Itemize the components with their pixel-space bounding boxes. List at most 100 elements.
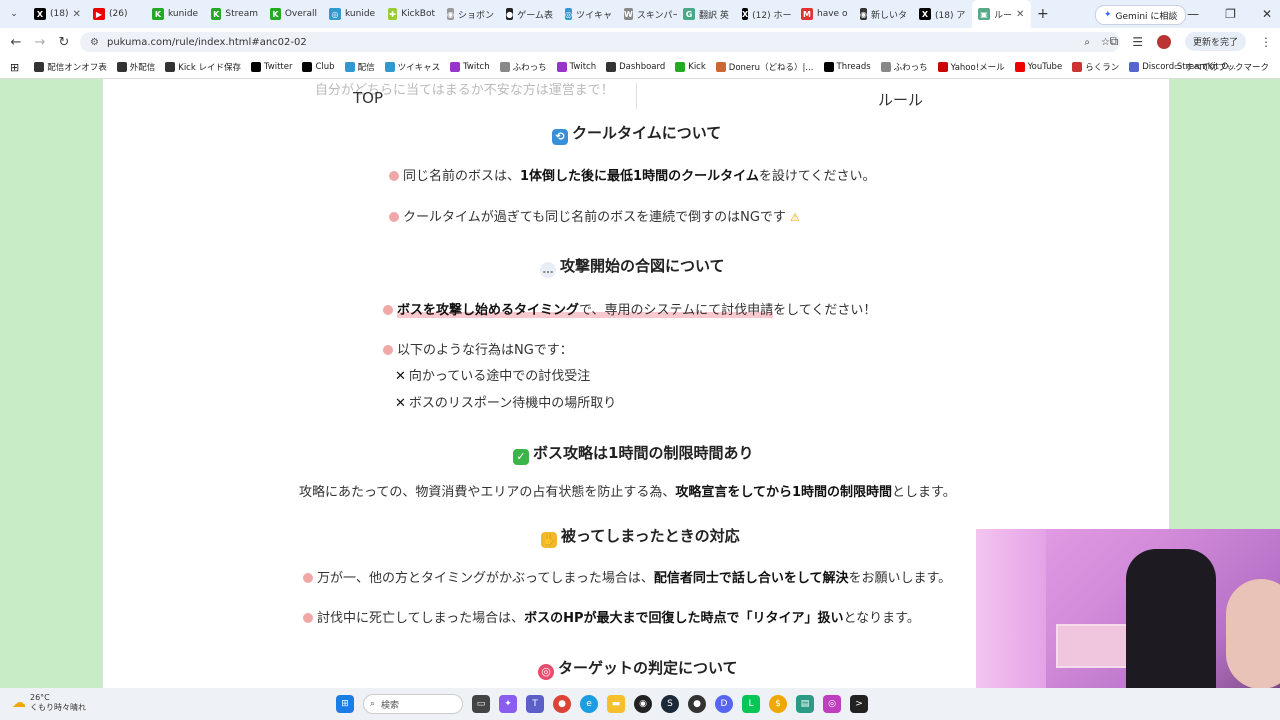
browser-tab[interactable]: ▶ (26) bbox=[87, 0, 146, 28]
nav-top-link[interactable]: TOP bbox=[353, 89, 383, 107]
teams-icon[interactable]: T bbox=[526, 695, 544, 713]
forward-icon[interactable]: → bbox=[28, 35, 52, 50]
temperature: 26°C bbox=[30, 693, 50, 702]
taskbar-search[interactable]: ⌕ 検索 bbox=[363, 694, 463, 714]
bookmark-favicon-icon bbox=[450, 62, 461, 72]
bookmark-item[interactable]: 外配信 bbox=[112, 61, 161, 73]
apps-icon[interactable]: ⊞ bbox=[0, 61, 29, 74]
profile-avatar[interactable] bbox=[1156, 34, 1171, 49]
bookmark-favicon-icon bbox=[1129, 62, 1140, 72]
zoom-icon[interactable]: ⌕ bbox=[1084, 37, 1090, 48]
coin-icon[interactable]: $ bbox=[769, 695, 787, 713]
tab-title: (12) ホー bbox=[752, 10, 792, 21]
text: をしてください！ bbox=[773, 303, 877, 318]
copilot-icon[interactable]: ✦ bbox=[499, 695, 517, 713]
bookmark-item[interactable]: ふわっち bbox=[495, 61, 552, 73]
heading-target-text: ターゲットの判定について bbox=[558, 659, 738, 677]
tab-title: (18) bbox=[50, 9, 69, 19]
maximize-icon[interactable]: ❐ bbox=[1225, 7, 1236, 21]
url-field[interactable]: ⚙ pukuma.com/rule/index.html#anc02-02 ⌕ … bbox=[80, 32, 1120, 52]
extensions-icon[interactable]: ⧉ bbox=[1110, 34, 1119, 49]
minimize-icon[interactable]: — bbox=[1187, 7, 1199, 21]
toolbar-right: ⧉ ☰ 更新を完了 ⋮ bbox=[1110, 32, 1272, 51]
bookmark-item[interactable]: Kick bbox=[670, 61, 711, 73]
bookmark-item[interactable]: Yahoo!メール bbox=[933, 61, 1010, 73]
tab-favicon-icon: M bbox=[801, 8, 813, 20]
menu-icon[interactable]: ⋮ bbox=[1260, 35, 1272, 49]
discord-icon[interactable]: D bbox=[715, 695, 733, 713]
text: 討伐中に死亡してしまった場合は、 bbox=[317, 611, 525, 626]
browser-tab[interactable]: G 翻訳 英 bbox=[677, 0, 736, 28]
chrome-icon[interactable]: ● bbox=[553, 695, 571, 713]
bullet-dot bbox=[389, 171, 399, 181]
browser-tab[interactable]: Mhave o bbox=[795, 0, 854, 28]
bookmark-item[interactable]: ふわっち bbox=[876, 61, 933, 73]
task-view-icon[interactable]: ▭ bbox=[472, 695, 490, 713]
notepad-icon[interactable]: ▤ bbox=[796, 695, 814, 713]
update-button[interactable]: 更新を完了 bbox=[1184, 32, 1246, 51]
streamdeck-icon[interactable]: ◎ bbox=[823, 695, 841, 713]
browser-tab[interactable]: Wスキンパー bbox=[618, 0, 677, 28]
bookmark-item[interactable]: ツイキャス bbox=[380, 61, 446, 73]
browser-tab[interactable]: X (12) ホー bbox=[736, 0, 795, 28]
limit-rule: 攻略にあたっての、物資消費やエリアの占有状態を防止する為、攻略宣言をしてから1時… bbox=[299, 481, 956, 500]
bookmark-item[interactable]: YouTube bbox=[1010, 61, 1068, 73]
bookmark-item[interactable]: Threads bbox=[819, 61, 876, 73]
text: ボスのリスポーン待機中の場所取り bbox=[408, 396, 617, 411]
new-tab-button[interactable]: + bbox=[1031, 0, 1055, 28]
close-window-icon[interactable]: ✕ bbox=[1262, 7, 1272, 21]
app-icon[interactable]: ● bbox=[688, 695, 706, 713]
line-icon[interactable]: L bbox=[742, 695, 760, 713]
start-icon[interactable]: ⊞ bbox=[336, 695, 354, 713]
bookmark-favicon-icon bbox=[165, 62, 176, 72]
close-tab-icon[interactable]: ✕ bbox=[1016, 9, 1024, 20]
site-info-icon[interactable]: ⚙ bbox=[90, 37, 99, 48]
browser-tab[interactable]: ◎ kunide bbox=[323, 0, 382, 28]
browser-tab[interactable]: ▣ ルー ✕ bbox=[972, 0, 1031, 28]
browser-tab[interactable]: ● ゲーム表 bbox=[500, 0, 559, 28]
heading-attack: … 攻撃開始の合図について bbox=[540, 255, 725, 278]
close-tab-icon[interactable]: ✕ bbox=[72, 9, 80, 20]
bookmark-item[interactable]: Twitter bbox=[246, 61, 298, 73]
bookmark-item[interactable]: Twitch bbox=[552, 61, 602, 73]
bookmark-item[interactable]: Doneru（どねる）|... bbox=[711, 61, 819, 73]
explorer-icon[interactable]: ▬ bbox=[607, 695, 625, 713]
bookmark-item[interactable]: らくラン bbox=[1067, 61, 1124, 73]
bullet-dot bbox=[303, 573, 313, 583]
back-icon[interactable]: ← bbox=[4, 35, 28, 50]
browser-tab[interactable]: ◉ ショボン bbox=[441, 0, 500, 28]
bookmark-item[interactable]: Club bbox=[297, 61, 339, 73]
browser-tab[interactable]: ◉ 新しいタ bbox=[854, 0, 913, 28]
bold-text: ボスを攻撃し始めるタイミング bbox=[397, 303, 580, 318]
star-icon[interactable]: ☆ bbox=[1101, 37, 1110, 48]
handshake-icon: ✋ bbox=[541, 532, 557, 548]
browser-tab[interactable]: ✚ KickBot bbox=[382, 0, 441, 28]
reload-icon[interactable]: ↻ bbox=[52, 35, 76, 50]
bookmark-item[interactable]: Dashboard bbox=[601, 61, 670, 73]
steam-icon[interactable]: S bbox=[661, 695, 679, 713]
all-bookmarks-link[interactable]: ▭ すべてのブックマーク bbox=[1169, 61, 1274, 73]
tab-list-button[interactable]: ⌄ bbox=[0, 0, 28, 28]
bookmark-item[interactable]: 配信オンオフ表 bbox=[29, 61, 112, 73]
tab-title: kunide bbox=[168, 9, 199, 19]
tab-title: Stream bbox=[225, 9, 258, 19]
browser-tab[interactable]: K Overall bbox=[264, 0, 323, 28]
bookmark-favicon-icon bbox=[1014, 62, 1025, 72]
browser-tab[interactable]: X (18) ア bbox=[913, 0, 972, 28]
browser-tab[interactable]: ◎ ツイキャ bbox=[559, 0, 618, 28]
tab-favicon-icon: ▣ bbox=[978, 8, 990, 20]
bookmark-item[interactable]: 配信 bbox=[340, 61, 380, 73]
edge-icon[interactable]: e bbox=[580, 695, 598, 713]
gemini-button[interactable]: ✦ Gemini に相談 bbox=[1095, 5, 1187, 25]
media-icon[interactable]: ☰ bbox=[1132, 35, 1143, 49]
terminal-icon[interactable]: > bbox=[850, 695, 868, 713]
bookmark-item[interactable]: Twitch bbox=[445, 61, 495, 73]
nav-rule-link[interactable]: ルール bbox=[878, 89, 923, 110]
browser-tab[interactable]: X (18) ✕ bbox=[28, 0, 87, 28]
browser-tab[interactable]: K Stream bbox=[205, 0, 264, 28]
bookmark-item[interactable]: Kick レイド保存 bbox=[160, 61, 246, 73]
browser-tab[interactable]: Kkunide bbox=[146, 0, 205, 28]
obs-icon[interactable]: ◉ bbox=[634, 695, 652, 713]
weather-widget[interactable]: ☁ 26°C くもり時々晴れ bbox=[12, 693, 86, 713]
tab-favicon-icon: ◉ bbox=[447, 8, 454, 20]
